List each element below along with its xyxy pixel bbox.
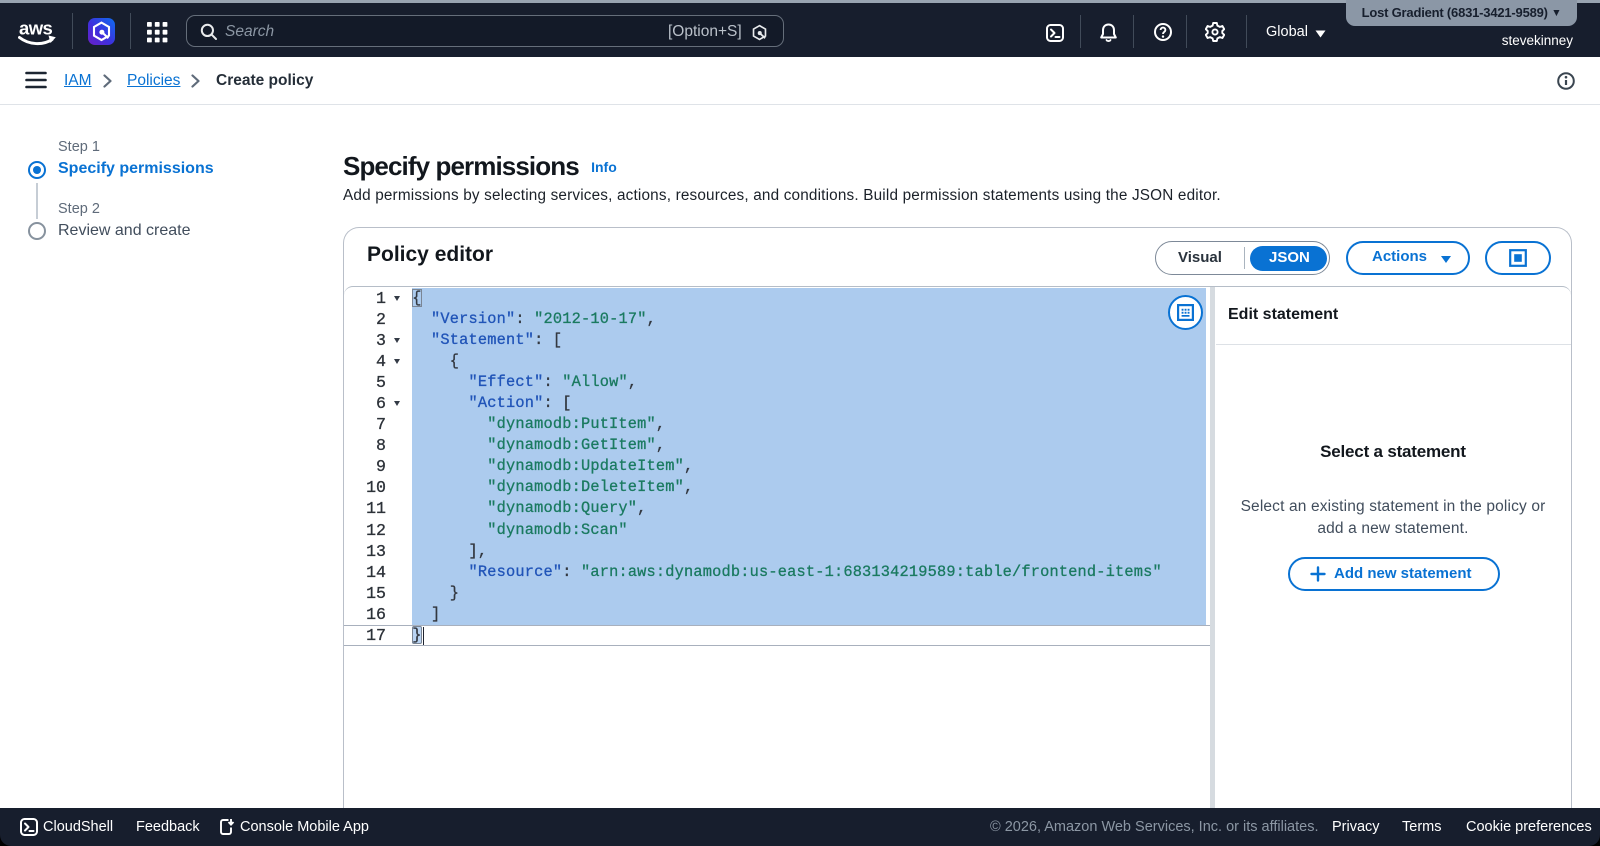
svg-text:aws: aws (19, 18, 52, 39)
